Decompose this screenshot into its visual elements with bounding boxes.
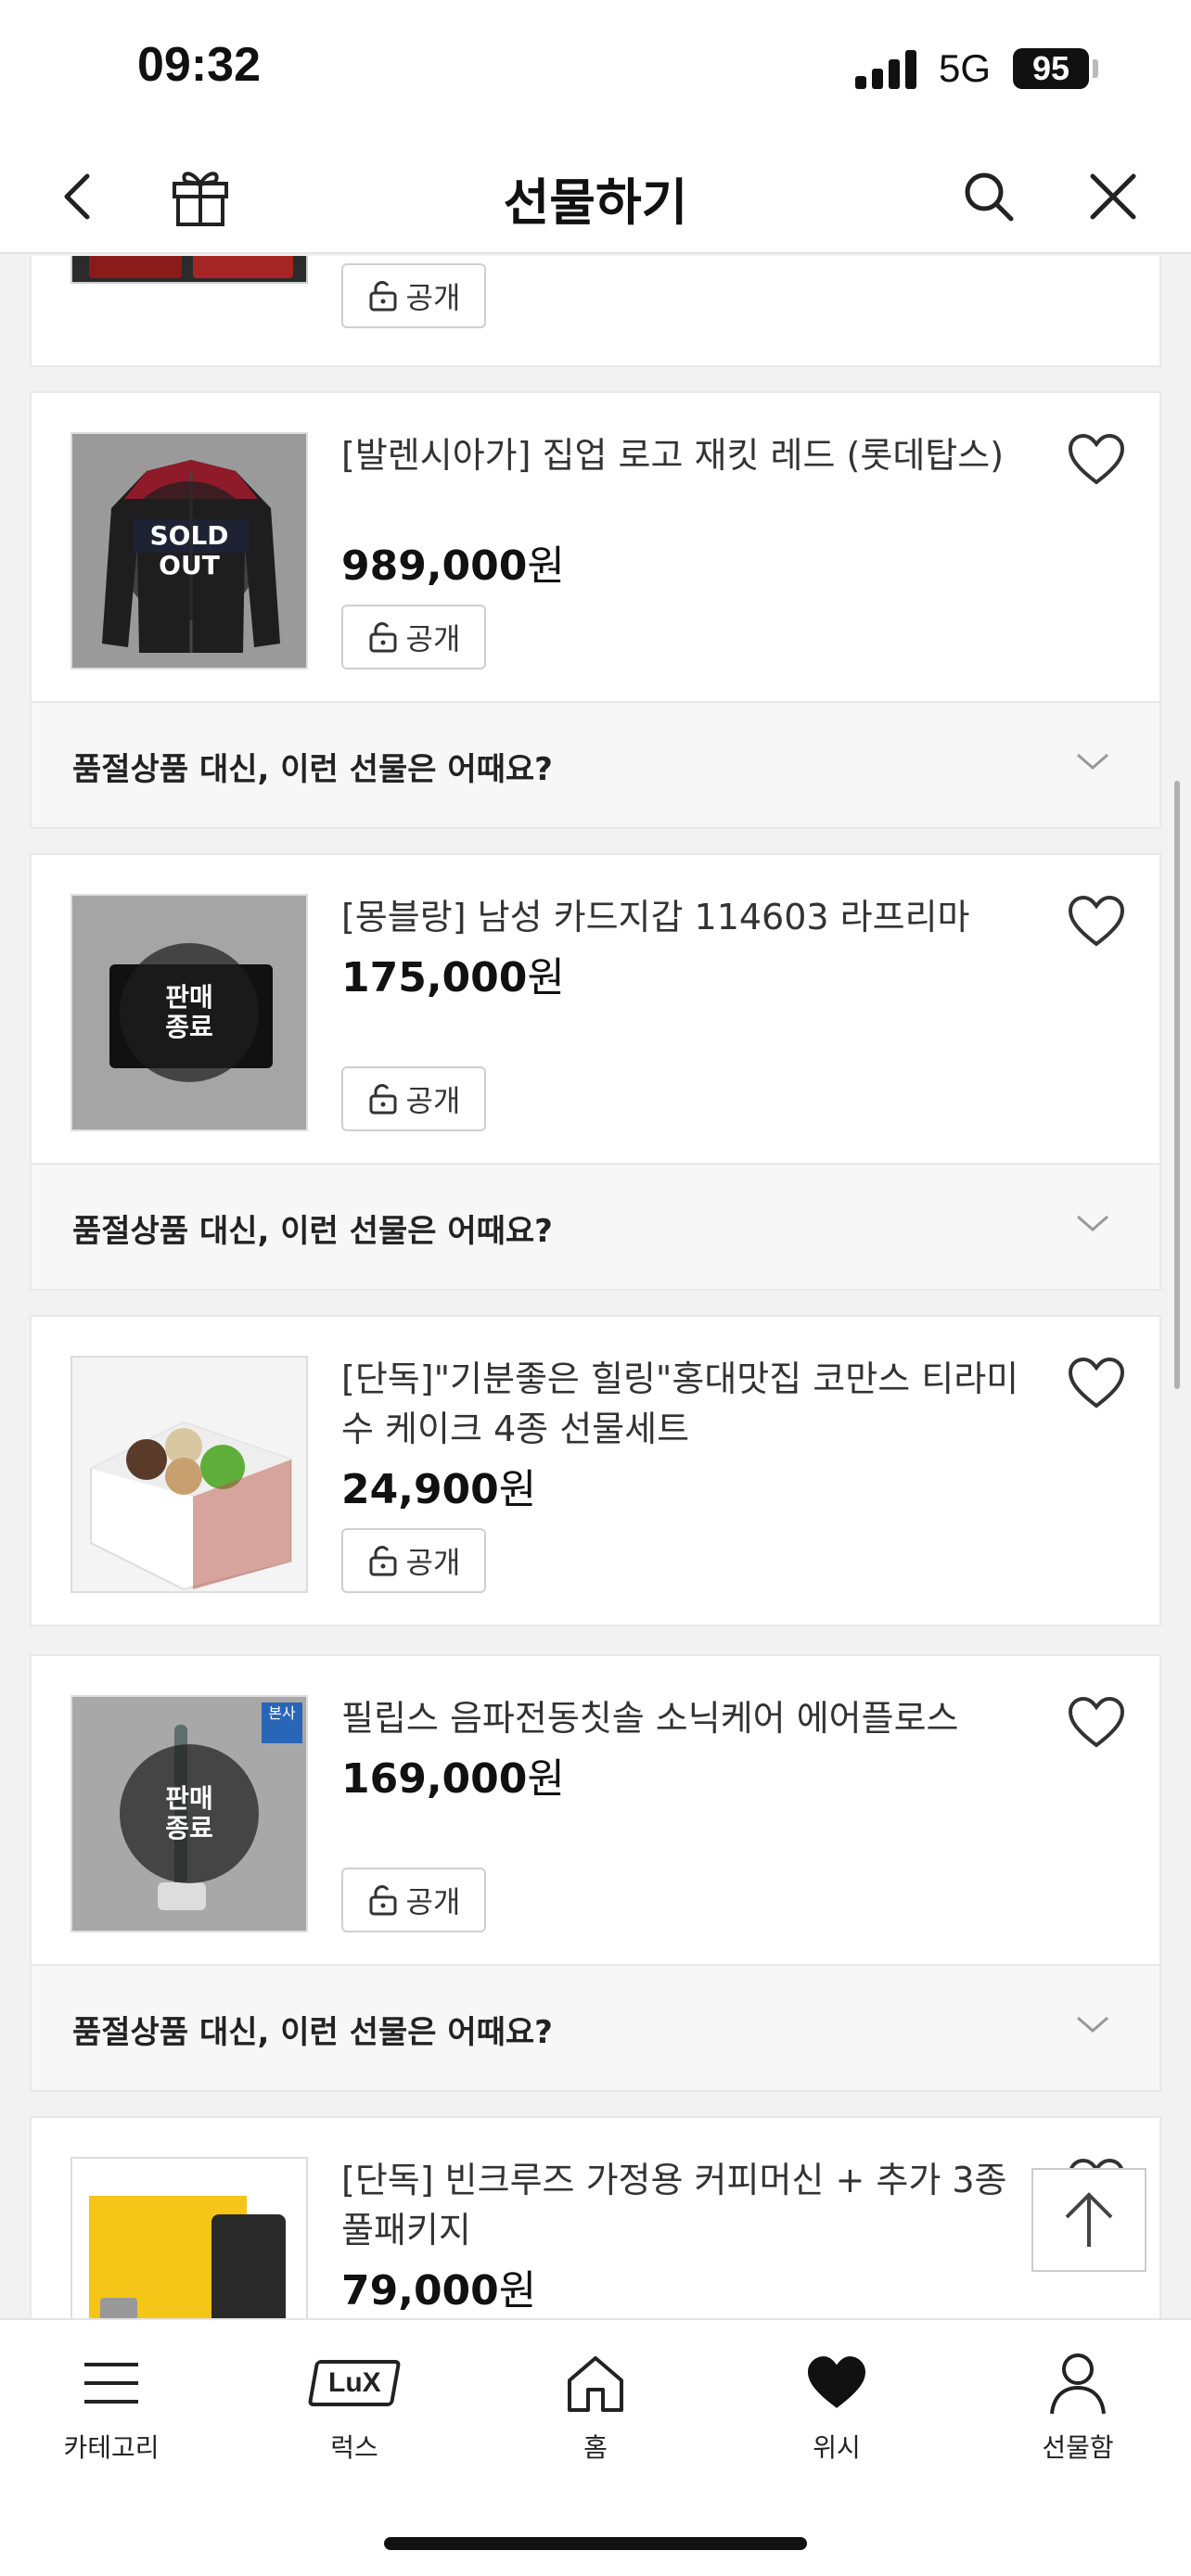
unlock-icon xyxy=(369,622,397,653)
alternative-gift-dropdown[interactable]: 품절상품 대신, 이런 선물은 어때요? xyxy=(30,703,1161,829)
product-name[interactable]: [몽블랑] 남성 카드지갑 114603 라프리마 xyxy=(341,892,1028,942)
status-bar: 09:32 5G 95 xyxy=(0,0,1191,139)
product-price: 24,900원 xyxy=(341,1466,537,1513)
scrollbar[interactable] xyxy=(1174,781,1180,1389)
alternative-gift-dropdown[interactable]: 품절상품 대신, 이런 선물은 어때요? xyxy=(30,1966,1161,2092)
tab-home[interactable]: 홈 xyxy=(503,2348,688,2465)
sold-out-badge: SOLD OUT xyxy=(120,481,259,620)
scroll-to-top-button[interactable] xyxy=(1031,2168,1146,2272)
product-name[interactable]: [단독] 빈크루즈 가정용 커피머신 + 추가 3종 풀패키지 xyxy=(341,2155,1028,2255)
menu-icon xyxy=(84,2363,138,2404)
tab-wish[interactable]: 위시 xyxy=(744,2348,929,2465)
wishlist-heart-icon[interactable] xyxy=(1067,1356,1126,1411)
close-icon xyxy=(1090,173,1136,220)
product-name[interactable]: 필립스 음파전동칫솔 소닉케어 에어플로스 xyxy=(341,1693,1028,1743)
product-price: 989,000원 xyxy=(341,542,565,590)
unlock-icon xyxy=(369,281,397,312)
public-toggle-button[interactable]: 공개 xyxy=(341,1528,486,1593)
public-toggle-button[interactable]: 공개 xyxy=(341,605,486,670)
official-tag: 본사 xyxy=(262,1702,302,1743)
product-name[interactable]: [단독]"기분좋은 힐링"홍대맛집 코만스 티라미수 케이크 4종 선물세트 xyxy=(341,1354,1028,1454)
tab-label: 위시 xyxy=(813,2432,861,2463)
product-price: 169,000원 xyxy=(341,1755,565,1803)
product-name[interactable]: [발렌시아가] 집업 로고 재킷 레드 (롯데탑스) xyxy=(341,430,1028,480)
tab-giftbox[interactable]: 선물함 xyxy=(985,2348,1171,2465)
network-label: 5G xyxy=(939,46,992,90)
alternative-gift-dropdown[interactable]: 품절상품 대신, 이런 선물은 어때요? xyxy=(30,1165,1161,1291)
product-card[interactable]: 공개 xyxy=(30,256,1161,367)
public-label: 공개 xyxy=(405,1083,461,1118)
wishlist-heart-icon[interactable] xyxy=(1067,1695,1126,1751)
tab-label: 럭스 xyxy=(330,2432,378,2463)
product-card[interactable]: [단독] 빈크루즈 가정용 커피머신 + 추가 3종 풀패키지 79,000원 xyxy=(30,2116,1161,2318)
product-card[interactable]: 본사 판매 종료 필립스 음파전동칫솔 소닉케어 에어플로스 169,000원 … xyxy=(30,1654,1161,1966)
tab-label: 카테고리 xyxy=(63,2432,160,2463)
sold-out-badge: 판매 종료 xyxy=(120,943,259,1082)
search-icon xyxy=(965,172,1014,222)
product-image[interactable]: SOLD OUT xyxy=(70,432,308,670)
unlock-icon xyxy=(369,1546,397,1576)
public-toggle-button[interactable]: 공개 xyxy=(341,263,486,328)
unlock-icon xyxy=(369,1084,397,1115)
alternative-gift-label: 품절상품 대신, 이런 선물은 어때요? xyxy=(72,1213,553,1250)
search-button[interactable] xyxy=(952,159,1026,234)
public-toggle-button[interactable]: 공개 xyxy=(341,1066,486,1131)
battery-icon: 95 xyxy=(1013,48,1089,89)
battery-tip xyxy=(1093,59,1098,78)
heart-filled-icon xyxy=(808,2356,865,2408)
tab-label: 선물함 xyxy=(1042,2432,1114,2463)
product-image[interactable] xyxy=(70,256,308,284)
close-button[interactable] xyxy=(1076,159,1150,234)
product-price: 79,000원 xyxy=(341,2267,537,2315)
public-toggle-button[interactable]: 공개 xyxy=(341,1868,486,1932)
user-icon xyxy=(1050,2353,1106,2415)
wishlist-heart-icon[interactable] xyxy=(1067,432,1126,488)
alternative-gift-label: 품절상품 대신, 이런 선물은 어때요? xyxy=(72,2014,553,2051)
public-label: 공개 xyxy=(405,280,461,315)
status-time: 09:32 xyxy=(137,38,261,92)
public-label: 공개 xyxy=(405,1545,461,1580)
wishlist-heart-icon[interactable] xyxy=(1067,894,1126,950)
public-label: 공개 xyxy=(405,1884,461,1919)
arrow-up-icon xyxy=(1065,2192,1113,2247)
tab-lux[interactable]: LuX 럭스 xyxy=(262,2348,447,2465)
chevron-down-icon xyxy=(1077,2016,1108,2033)
product-image[interactable]: 본사 판매 종료 xyxy=(70,1695,308,1932)
product-list: 공개 SOLD OUT [발렌시아가] 집업 로고 재킷 레드 (롯데탑스) 9… xyxy=(0,256,1191,2318)
chevron-down-icon xyxy=(1077,753,1108,770)
home-icon xyxy=(568,2356,623,2412)
product-card[interactable]: SOLD OUT [발렌시아가] 집업 로고 재킷 레드 (롯데탑스) 989,… xyxy=(30,391,1161,703)
alternative-gift-label: 품절상품 대신, 이런 선물은 어때요? xyxy=(72,751,553,788)
product-image[interactable]: 판매 종료 xyxy=(70,894,308,1131)
app-header: 선물하기 xyxy=(0,139,1191,254)
product-card[interactable]: [단독]"기분좋은 힐링"홍대맛집 코만스 티라미수 케이크 4종 선물세트 2… xyxy=(30,1315,1161,1626)
product-card[interactable]: 판매 종료 [몽블랑] 남성 카드지갑 114603 라프리마 175,000원… xyxy=(30,853,1161,1165)
unlock-icon xyxy=(369,1885,397,1916)
public-label: 공개 xyxy=(405,621,461,657)
product-image[interactable] xyxy=(70,1356,308,1593)
cake-box-image xyxy=(90,1421,292,1591)
lux-icon: LuX xyxy=(307,2360,402,2406)
product-image[interactable] xyxy=(70,2157,308,2318)
sold-out-badge: 판매 종료 xyxy=(120,1744,259,1883)
tab-label: 홈 xyxy=(583,2432,608,2463)
home-indicator xyxy=(384,2537,807,2550)
signal-icon xyxy=(855,48,920,89)
chevron-down-icon xyxy=(1077,1215,1108,1231)
tab-category[interactable]: 카테고리 xyxy=(19,2348,204,2465)
product-price: 175,000원 xyxy=(341,954,565,1001)
